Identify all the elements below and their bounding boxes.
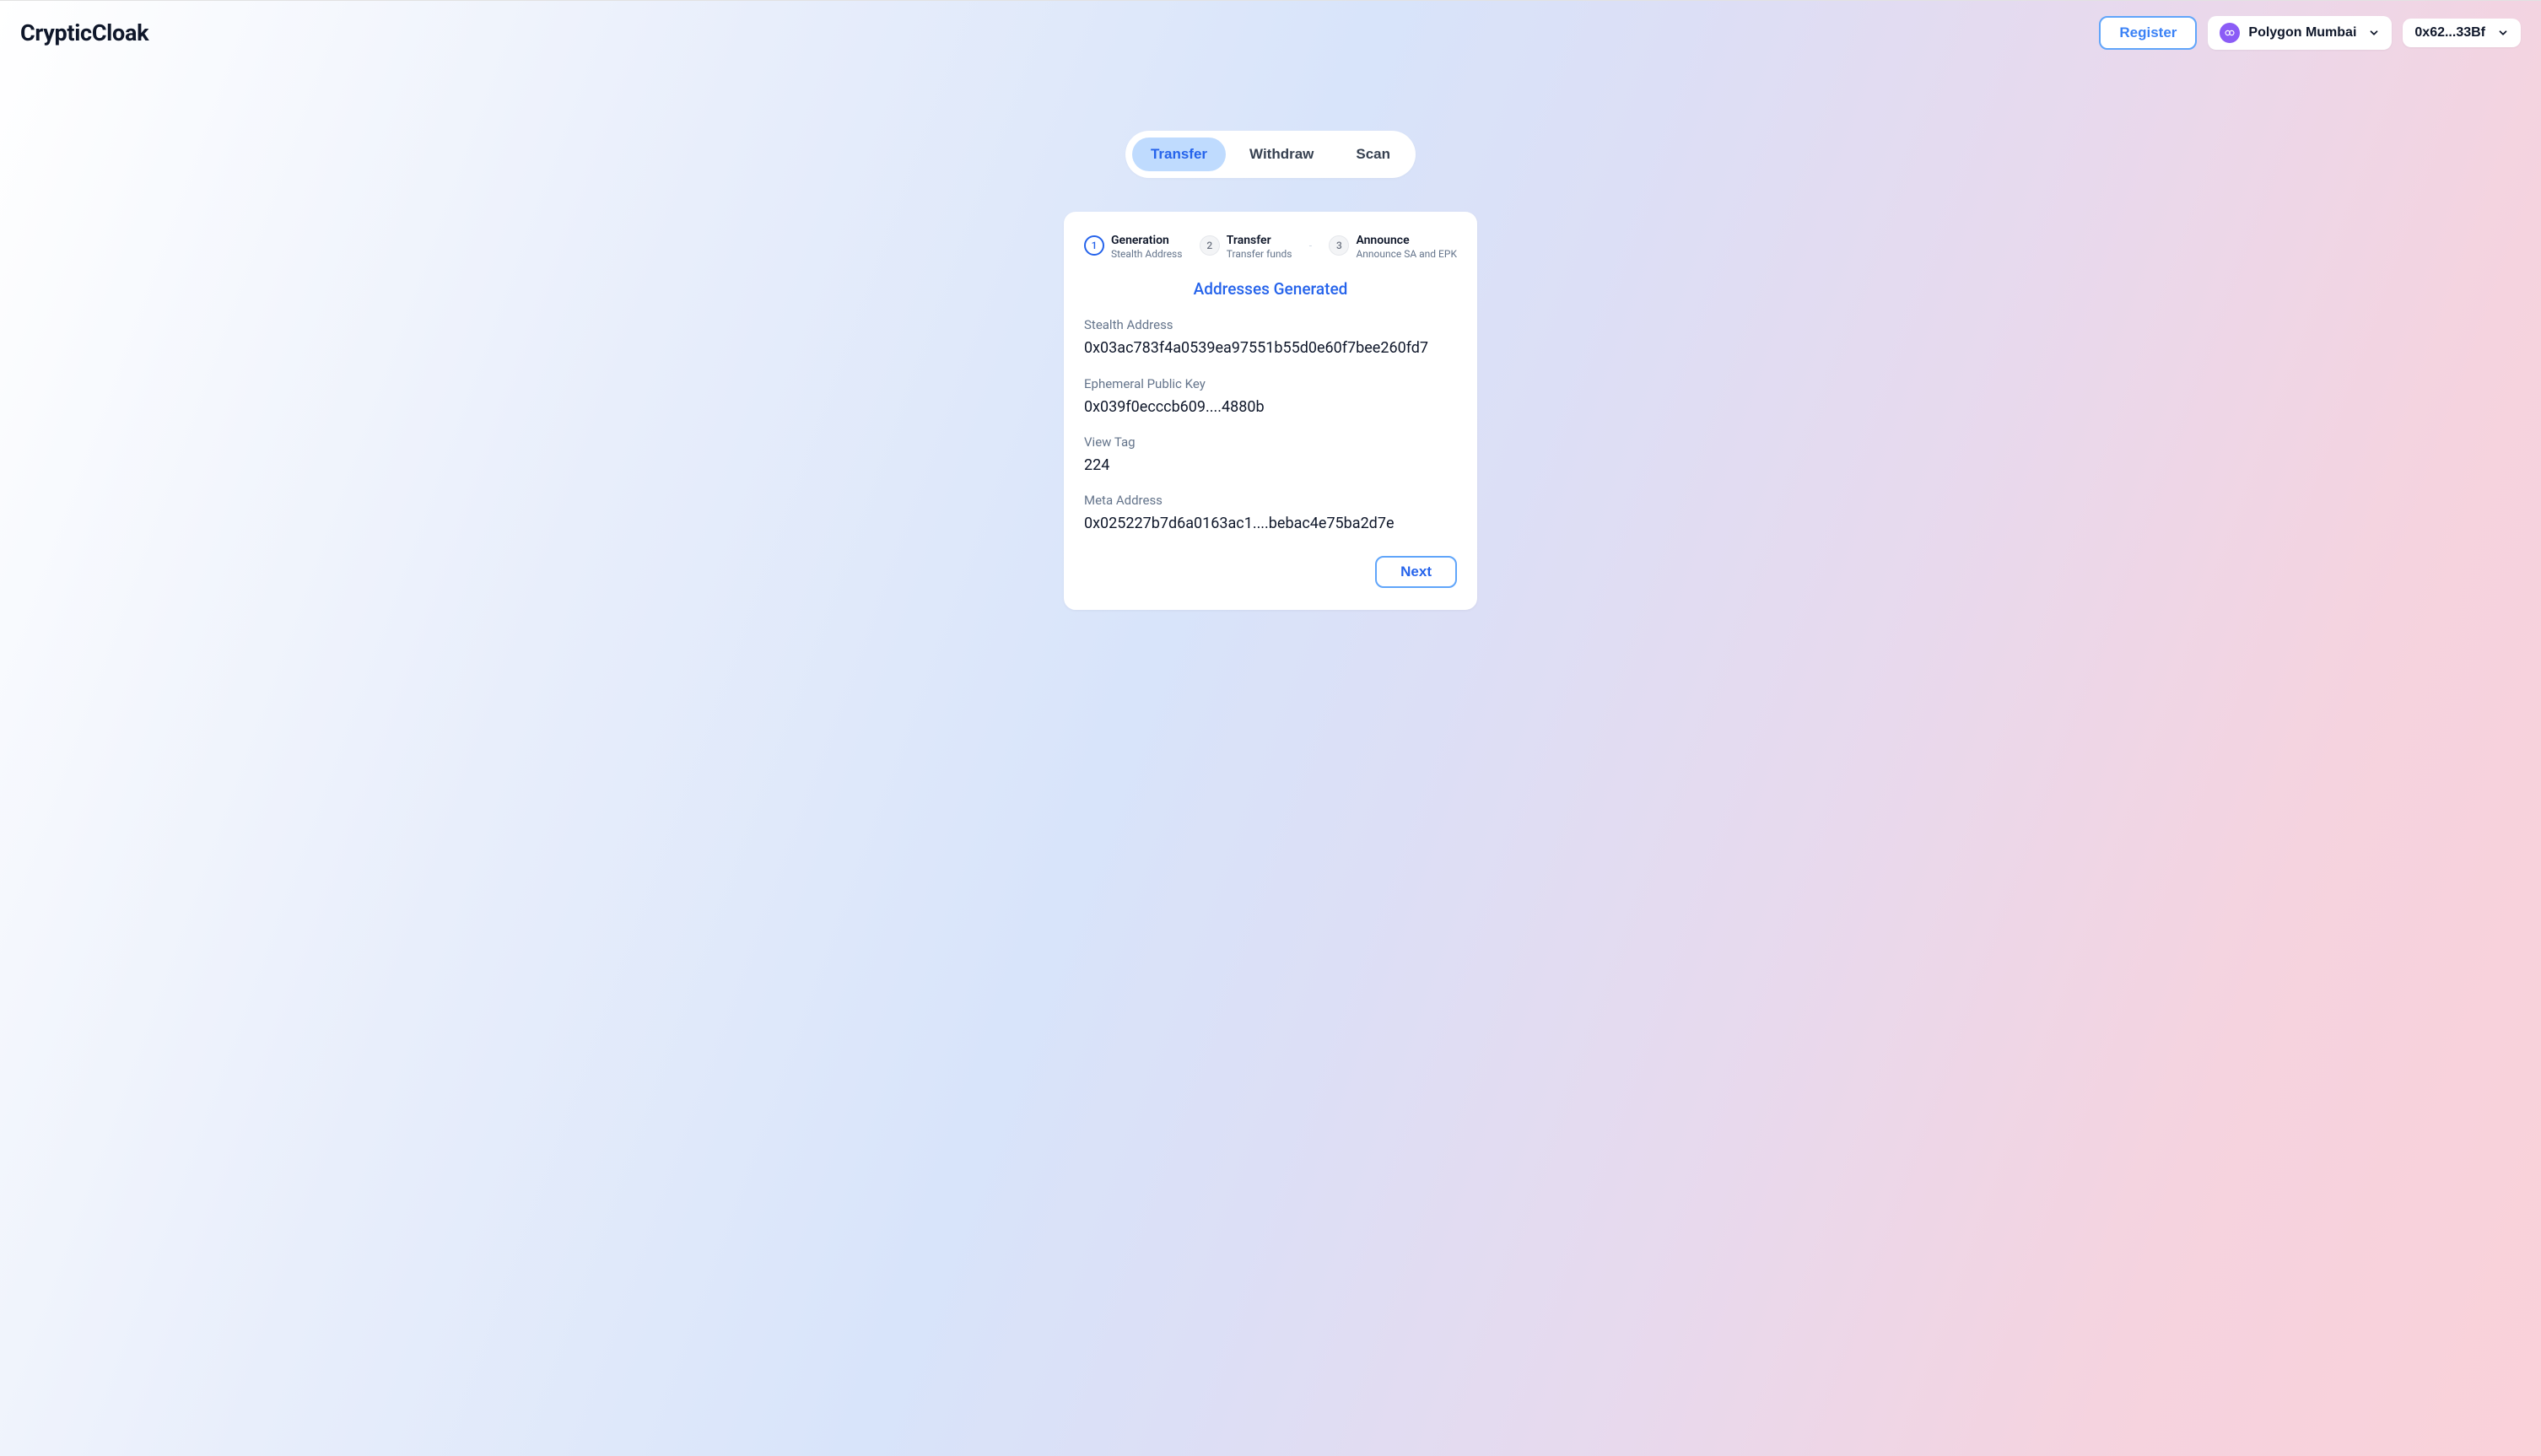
field-label: Meta Address (1084, 493, 1457, 508)
tab-scan[interactable]: Scan (1337, 138, 1409, 171)
wallet-address: 0x62...33Bf (2414, 25, 2485, 40)
step-separator: - (1309, 234, 1312, 251)
chevron-down-icon (2368, 27, 2380, 39)
tabs: Transfer Withdraw Scan (1125, 131, 1416, 178)
wallet-selector[interactable]: 0x62...33Bf (2403, 19, 2521, 47)
field-label: Stealth Address (1084, 317, 1457, 332)
step-number: 3 (1329, 235, 1349, 256)
chevron-down-icon (2497, 27, 2509, 39)
field-label: Ephemeral Public Key (1084, 376, 1457, 391)
polygon-icon (2220, 23, 2240, 43)
ephemeral-public-key-field: Ephemeral Public Key 0x039f0ecccb609....… (1084, 376, 1457, 418)
result-heading: Addresses Generated (1084, 279, 1457, 299)
network-selector[interactable]: Polygon Mumbai (2208, 16, 2392, 50)
step-title: Announce (1356, 234, 1457, 248)
tab-withdraw[interactable]: Withdraw (1231, 138, 1332, 171)
step-announce[interactable]: 3 Announce Announce SA and EPK (1329, 234, 1457, 261)
stealth-address-value: 0x03ac783f4a0539ea97551b55d0e60f7bee260f… (1084, 337, 1457, 359)
app-logo[interactable]: CrypticCloak (20, 19, 148, 46)
ephemeral-public-key-value: 0x039f0ecccb609....4880b (1084, 396, 1457, 418)
view-tag-value: 224 (1084, 455, 1457, 476)
step-transfer[interactable]: 2 Transfer Transfer funds (1200, 234, 1292, 261)
meta-address-field: Meta Address 0x025227b7d6a0163ac1....beb… (1084, 493, 1457, 534)
tab-transfer[interactable]: Transfer (1132, 138, 1226, 171)
step-generation[interactable]: 1 Generation Stealth Address (1084, 234, 1182, 261)
step-subtitle: Announce SA and EPK (1356, 248, 1457, 262)
step-subtitle: Transfer funds (1227, 248, 1292, 262)
register-button[interactable]: Register (2099, 16, 2197, 50)
field-label: View Tag (1084, 434, 1457, 450)
main-card: 1 Generation Stealth Address 2 Transfer … (1064, 212, 1477, 610)
stealth-address-field: Stealth Address 0x03ac783f4a0539ea97551b… (1084, 317, 1457, 359)
next-button[interactable]: Next (1375, 556, 1457, 588)
step-title: Generation (1111, 234, 1182, 248)
step-title: Transfer (1227, 234, 1292, 248)
step-subtitle: Stealth Address (1111, 248, 1182, 262)
step-number: 1 (1084, 235, 1104, 256)
view-tag-field: View Tag 224 (1084, 434, 1457, 476)
step-number: 2 (1200, 235, 1220, 256)
stepper: 1 Generation Stealth Address 2 Transfer … (1084, 234, 1457, 261)
network-name: Polygon Mumbai (2248, 25, 2356, 40)
meta-address-value: 0x025227b7d6a0163ac1....bebac4e75ba2d7e (1084, 513, 1457, 534)
